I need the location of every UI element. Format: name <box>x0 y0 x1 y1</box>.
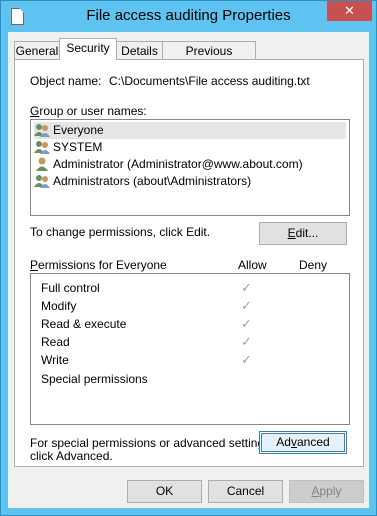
tab-details[interactable]: Details <box>116 41 163 60</box>
user-name: Administrator (Administrator@www.about.c… <box>53 157 303 171</box>
list-item[interactable]: Everyone <box>34 122 346 139</box>
object-name-label: Object name: <box>30 74 102 88</box>
change-permissions-text: To change permissions, click Edit. <box>30 225 211 239</box>
object-name-value: C:\Documents\File access auditing.txt <box>109 74 310 88</box>
list-item[interactable]: Administrator (Administrator@www.about.c… <box>34 156 303 173</box>
tab-previous-versions[interactable]: Previous Versions <box>162 41 256 76</box>
advanced-text-2: click Advanced. <box>30 449 113 463</box>
user-name: Administrators (about\Administrators) <box>53 174 252 188</box>
advanced-button-text: Advanced <box>276 435 330 449</box>
list-item[interactable]: SYSTEM <box>34 139 102 156</box>
users-listbox[interactable]: Everyone SYSTEM Administrator (Administr… <box>30 119 350 216</box>
edit-button-text: dit... <box>295 226 319 240</box>
permissions-listbox: Full control Modify Read & execute Read … <box>30 273 350 425</box>
permission-name: Write <box>41 353 69 367</box>
close-button[interactable]: ✕ <box>327 1 372 21</box>
group-icon <box>34 140 50 154</box>
allow-check-icon: ✓ <box>241 280 252 295</box>
permission-name: Full control <box>41 281 100 295</box>
dialog-client: General Security Details Previous Versio… <box>8 32 369 508</box>
user-name: Everyone <box>53 123 104 137</box>
group-label: Group or user names: <box>30 104 147 118</box>
cancel-button[interactable]: Cancel <box>208 480 283 503</box>
permission-name: Read & execute <box>41 317 127 331</box>
ok-button[interactable]: OK <box>127 480 202 503</box>
advanced-text-1: For special permissions or advanced sett… <box>30 436 274 450</box>
allow-check-icon: ✓ <box>241 298 252 313</box>
allow-check-icon: ✓ <box>241 316 252 331</box>
permissions-header-text: ermissions for Everyone <box>38 258 167 272</box>
advanced-button[interactable]: Advanced <box>259 431 347 454</box>
allow-check-icon: ✓ <box>241 334 252 349</box>
group-label-text: roup or user names: <box>39 104 147 118</box>
security-panel: Object name: C:\Documents\File access au… <box>14 59 364 467</box>
list-item[interactable]: Administrators (about\Administrators) <box>34 173 251 190</box>
permission-name: Special permissions <box>41 372 148 386</box>
group-icon <box>34 123 50 137</box>
allow-check-icon: ✓ <box>241 352 252 367</box>
permission-name: Read <box>41 335 70 349</box>
user-icon <box>34 157 50 171</box>
permissions-header: Permissions for Everyone <box>30 258 167 272</box>
window-title: File access auditing Properties <box>86 7 291 24</box>
user-name: SYSTEM <box>53 140 103 154</box>
title-bar[interactable]: File access auditing Properties ✕ <box>1 1 376 32</box>
apply-button-text: pply <box>319 484 342 498</box>
tab-security[interactable]: Security <box>59 38 117 60</box>
apply-button[interactable]: Apply <box>289 480 364 503</box>
allow-header: Allow <box>238 258 267 272</box>
edit-button[interactable]: Edit... <box>259 222 347 245</box>
deny-header: Deny <box>299 258 328 272</box>
tab-general[interactable]: General <box>14 41 60 60</box>
permission-name: Modify <box>41 299 77 313</box>
group-icon <box>34 174 50 188</box>
properties-window: File access auditing Properties ✕ Genera… <box>0 0 377 516</box>
